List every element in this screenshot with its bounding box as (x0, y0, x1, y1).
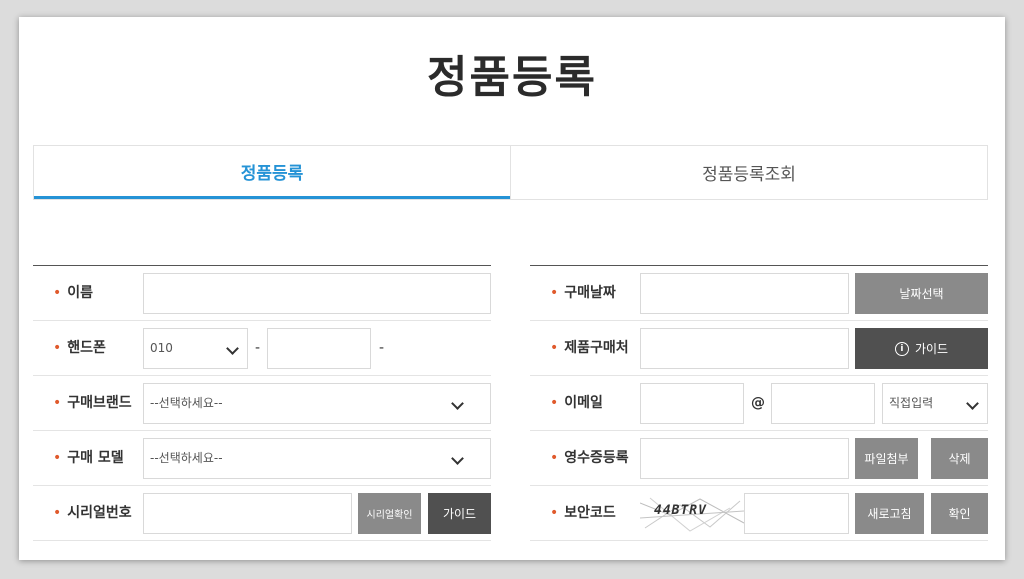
page-title: 정품등록 (427, 52, 597, 103)
phone-prefix-value: 010 (150, 341, 173, 355)
delete-file-button[interactable]: 삭제 (931, 438, 988, 479)
tab-registration-lookup[interactable]: 정품등록조회 (510, 146, 987, 199)
required-mark: • (550, 505, 559, 521)
email-row: • 이메일 @ 직접입력 (530, 376, 988, 431)
chevron-down-icon (226, 342, 239, 355)
model-select-value: --선택하세요-- (150, 451, 223, 465)
purchase-date-label: 구매날짜 (564, 285, 616, 301)
required-mark: • (53, 395, 62, 411)
receipt-file-input[interactable] (640, 438, 849, 479)
phone-dash: - (379, 340, 385, 356)
confirm-captcha-button[interactable]: 확인 (931, 493, 988, 534)
store-guide-label: 가이드 (914, 342, 949, 356)
serial-input[interactable] (143, 493, 352, 534)
model-label: 구매 모델 (67, 450, 124, 466)
serial-row: • 시리얼번호 시리얼확인 가이드 (33, 486, 491, 541)
required-mark: • (53, 505, 62, 521)
required-mark: • (550, 285, 559, 301)
purchase-date-row: • 구매날짜 날짜선택 (530, 266, 988, 321)
security-code-row: • 보안코드 44BTRV 새로고침 확인 (530, 486, 988, 541)
chevron-down-icon (966, 397, 979, 410)
security-code-input[interactable] (744, 493, 849, 534)
email-at-sign: @ (751, 395, 765, 411)
refresh-captcha-button[interactable]: 새로고침 (855, 493, 924, 534)
model-select[interactable]: --선택하세요-- (143, 438, 491, 479)
email-id-input[interactable] (640, 383, 744, 424)
chevron-down-icon (451, 397, 464, 410)
serial-guide-button[interactable]: 가이드 (428, 493, 491, 534)
required-mark: • (550, 340, 559, 356)
email-domain-select[interactable]: 직접입력 (882, 383, 988, 424)
phone-dash: - (255, 340, 261, 356)
purchase-date-input[interactable] (640, 273, 849, 314)
tab-bar: 정품등록 정품등록조회 (33, 145, 988, 200)
phone-middle-input[interactable] (267, 328, 371, 369)
name-input[interactable] (143, 273, 491, 314)
store-input[interactable] (640, 328, 849, 369)
required-mark: • (550, 395, 559, 411)
store-label: 제품구매처 (564, 340, 629, 356)
name-row: • 이름 (33, 266, 491, 321)
name-label: 이름 (67, 285, 94, 301)
serial-label: 시리얼번호 (67, 505, 132, 521)
serial-check-button[interactable]: 시리얼확인 (358, 493, 421, 534)
info-icon: i (894, 341, 909, 356)
security-code-label: 보안코드 (564, 505, 616, 521)
required-mark: • (53, 450, 62, 466)
model-row: • 구매 모델 --선택하세요-- (33, 431, 491, 486)
brand-label: 구매브랜드 (67, 395, 132, 411)
receipt-label: 영수증등록 (564, 450, 629, 466)
registration-card: 정품등록 정품등록 정품등록조회 • 이름 • 핸드폰 010 - - • 구매브랜드… (19, 17, 1005, 560)
email-domain-select-value: 직접입력 (889, 396, 934, 410)
captcha-image: 44BTRV (640, 493, 744, 534)
phone-row: • 핸드폰 010 - - (33, 321, 491, 376)
receipt-row: • 영수증등록 파일첨부 삭제 (530, 431, 988, 486)
required-mark: • (53, 285, 62, 301)
phone-label: 핸드폰 (67, 340, 106, 356)
left-form: • 이름 • 핸드폰 010 - - • 구매브랜드 --선택하세요-- • 구매 모델… (33, 265, 491, 541)
store-row: • 제품구매처 i 가이드 (530, 321, 988, 376)
chevron-down-icon (451, 452, 464, 465)
tab-product-registration[interactable]: 정품등록 (34, 146, 510, 199)
email-domain-input[interactable] (771, 383, 875, 424)
store-guide-button[interactable]: i 가이드 (855, 328, 988, 369)
date-select-button[interactable]: 날짜선택 (855, 273, 988, 314)
email-label: 이메일 (564, 395, 603, 411)
brand-select-value: --선택하세요-- (150, 396, 223, 410)
required-mark: • (550, 450, 559, 466)
brand-row: • 구매브랜드 --선택하세요-- (33, 376, 491, 431)
captcha-text: 44BTRV (654, 503, 707, 518)
phone-prefix-select[interactable]: 010 (143, 328, 248, 369)
right-form: • 구매날짜 날짜선택 • 제품구매처 i 가이드 • 이메일 @ 직접입력 • 영수증… (530, 265, 988, 541)
attach-file-button[interactable]: 파일첨부 (855, 438, 918, 479)
required-mark: • (53, 340, 62, 356)
brand-select[interactable]: --선택하세요-- (143, 383, 491, 424)
